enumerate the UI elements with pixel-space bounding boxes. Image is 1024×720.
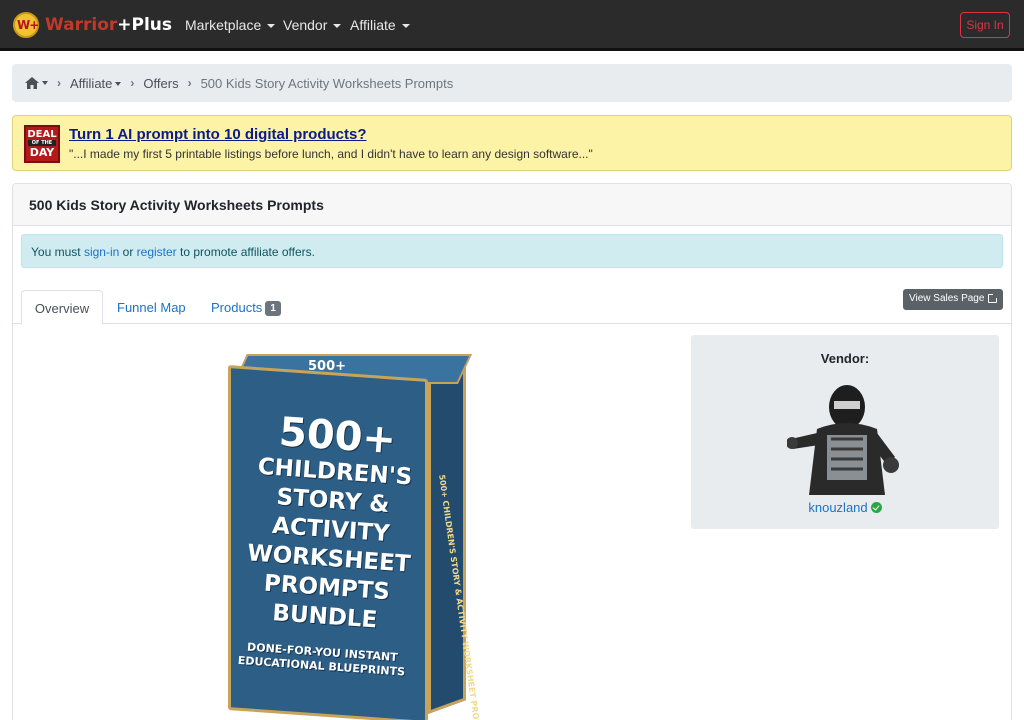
- caret-down-icon: [115, 82, 122, 87]
- view-sales-page-label: View Sales Page: [909, 293, 985, 304]
- top-navbar: W+ Warrior+Plus Marketplace Vendor Affil…: [0, 0, 1024, 51]
- deal-badge-line1: DEAL: [27, 129, 57, 140]
- sign-in-button[interactable]: Sign In: [960, 12, 1010, 38]
- deal-of-the-day-badge-icon: DEAL OF THE DAY: [24, 125, 60, 163]
- sign-in-link[interactable]: sign-in: [84, 245, 119, 259]
- vendor-avatar: [787, 377, 905, 495]
- chevron-right-icon: ›: [57, 76, 61, 90]
- caret-down-icon: [401, 24, 410, 29]
- alert-prefix: You must: [31, 245, 81, 259]
- tab-funnel-map[interactable]: Funnel Map: [117, 290, 186, 324]
- caret-down-icon: [333, 24, 342, 29]
- deal-quote: "...I made my first 5 printable listings…: [69, 147, 593, 161]
- vendor-label: Vendor:: [820, 351, 870, 366]
- products-count-badge: 1: [265, 301, 281, 316]
- offer-tabs: Overview Funnel Map Products 1: [13, 290, 1011, 325]
- brand-name-plus: +Plus: [117, 15, 173, 35]
- offer-card-header: 500 Kids Story Activity Worksheets Promp…: [13, 184, 1011, 226]
- nav-vendor-label: Vendor: [283, 17, 328, 33]
- nav-affiliate-label: Affiliate: [350, 17, 396, 33]
- brand-name-main: Warrior: [45, 15, 118, 35]
- home-icon: [25, 77, 39, 89]
- view-sales-page-button[interactable]: View Sales Page: [903, 289, 1003, 310]
- nav-marketplace-dropdown[interactable]: Marketplace: [185, 17, 276, 33]
- tab-products-label: Products: [211, 300, 263, 315]
- breadcrumb-affiliate-label: Affiliate: [70, 75, 113, 91]
- caret-down-icon: [267, 24, 276, 29]
- chevron-right-icon: ›: [130, 76, 135, 90]
- alert-suffix: to promote affiliate offers.: [180, 245, 315, 259]
- verified-check-icon: [870, 502, 882, 513]
- deal-badge-line3: DAY: [29, 146, 55, 159]
- deal-title-link[interactable]: Turn 1 AI prompt into 10 digital product…: [69, 126, 367, 143]
- tab-products[interactable]: Products 1: [211, 290, 281, 324]
- brand-logo-link[interactable]: W+ Warrior+Plus: [13, 12, 172, 38]
- tab-overview[interactable]: Overview: [21, 290, 103, 325]
- warriorplus-logo-icon: W+: [13, 12, 39, 38]
- breadcrumb-offers-link[interactable]: Offers: [143, 76, 178, 91]
- product-box-text: 500+ CHILDREN'S STORY & ACTIVITY WORKSHE…: [231, 408, 429, 679]
- breadcrumb-affiliate-dropdown[interactable]: Affiliate: [70, 75, 122, 91]
- signin-required-alert: You must sign-in or register to promote …: [21, 234, 1003, 268]
- nav-vendor-dropdown[interactable]: Vendor: [283, 17, 342, 33]
- register-link[interactable]: register: [137, 245, 177, 259]
- vendor-name: knouzland: [808, 500, 868, 515]
- brand-name: Warrior+Plus: [45, 15, 172, 35]
- breadcrumb-current: 500 Kids Story Activity Worksheets Promp…: [200, 75, 454, 91]
- home-dropdown[interactable]: [25, 77, 48, 89]
- nav-marketplace-label: Marketplace: [185, 17, 262, 33]
- product-box-image: 500+ 500+ CHILDREN'S STORY & ACTIVITY WO…: [228, 354, 489, 720]
- caret-down-icon: [42, 81, 48, 85]
- alert-or: or: [122, 245, 134, 259]
- breadcrumb: › Affiliate › Offers › 500 Kids Story Ac…: [12, 64, 1012, 102]
- deal-of-the-day-banner: DEAL OF THE DAY Turn 1 AI prompt into 10…: [12, 115, 1012, 171]
- offer-title: 500 Kids Story Activity Worksheets Promp…: [29, 197, 324, 213]
- logo-mark-text: W+: [17, 18, 39, 32]
- chevron-right-icon: ›: [187, 76, 192, 90]
- nav-affiliate-dropdown[interactable]: Affiliate: [350, 17, 410, 33]
- vendor-panel: Vendor: knouzland: [691, 335, 999, 529]
- offer-card: 500 Kids Story Activity Worksheets Promp…: [12, 183, 1012, 720]
- vendor-name-link[interactable]: knouzland: [691, 500, 999, 515]
- external-link-icon: [988, 293, 998, 303]
